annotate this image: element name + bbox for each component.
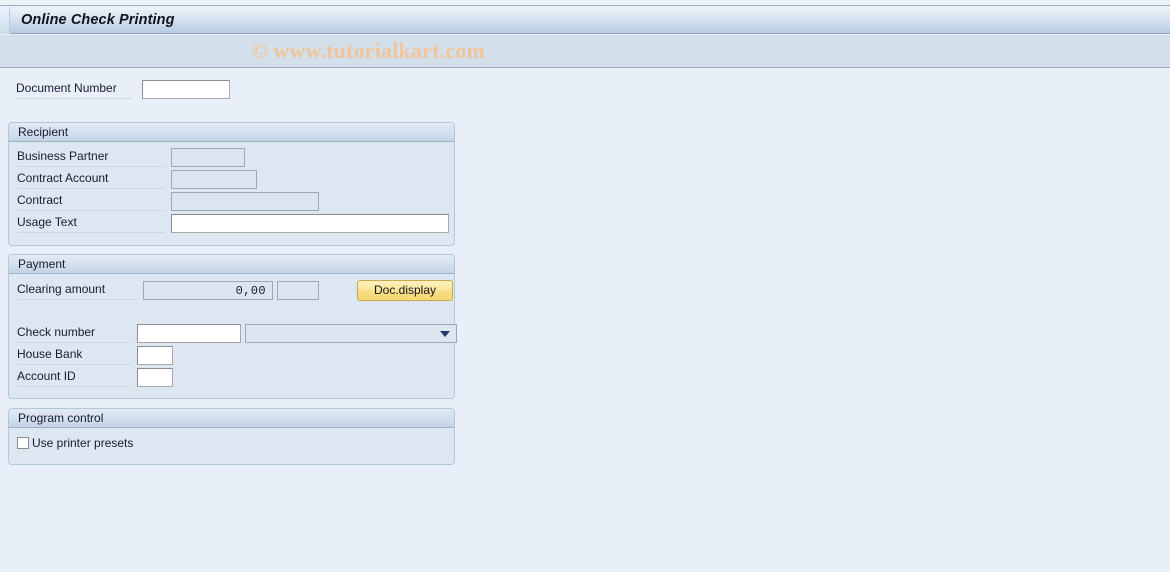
window-top-strip: [0, 0, 1170, 6]
check-number-row: Check number: [17, 324, 457, 343]
program-control-panel-body: Use printer presets: [9, 428, 454, 464]
doc-display-button[interactable]: Doc.display: [357, 280, 453, 301]
payment-panel: Payment Clearing amount Doc.display Chec…: [8, 254, 457, 399]
page-title: Online Check Printing: [21, 12, 175, 28]
payment-panel-header: Payment: [9, 255, 454, 274]
check-number-label: Check number: [17, 325, 131, 343]
recipient-panel-header: Recipient: [9, 123, 454, 142]
program-control-panel: Program control Use printer presets: [8, 408, 455, 465]
document-number-label: Document Number: [16, 81, 132, 99]
use-printer-presets-label: Use printer presets: [32, 436, 134, 450]
contract-account-row: Contract Account: [17, 170, 257, 189]
document-number-row: Document Number: [16, 80, 230, 99]
house-bank-input[interactable]: [137, 346, 173, 365]
usage-text-label: Usage Text: [17, 215, 165, 233]
check-number-input[interactable]: [137, 324, 241, 343]
app-window: Online Check Printing © www.tutorialkart…: [0, 0, 1170, 572]
window-titlebar: Online Check Printing: [0, 6, 1170, 34]
house-bank-row: House Bank: [17, 346, 173, 365]
payment-panel-title: Payment: [18, 257, 66, 271]
clearing-amount-row: Clearing amount Doc.display: [17, 280, 453, 301]
program-control-panel-header: Program control: [9, 409, 454, 428]
business-partner-label: Business Partner: [17, 149, 165, 167]
account-id-input[interactable]: [137, 368, 173, 387]
watermark-band: © www.tutorialkart.com: [0, 35, 1170, 68]
use-printer-presets-row[interactable]: Use printer presets: [17, 436, 133, 450]
contract-label: Contract: [17, 193, 165, 211]
chevron-down-icon: [440, 330, 450, 337]
business-partner-input[interactable]: [171, 148, 245, 167]
watermark-text: © www.tutorialkart.com: [251, 38, 486, 63]
clearing-currency-input[interactable]: [277, 281, 319, 300]
usage-text-input[interactable]: [171, 214, 449, 233]
business-partner-row: Business Partner: [17, 148, 245, 167]
use-printer-presets-checkbox[interactable]: [17, 437, 29, 449]
account-id-label: Account ID: [17, 369, 131, 387]
recipient-panel: Recipient Business Partner Contract Acco…: [8, 122, 455, 246]
usage-text-row: Usage Text: [17, 214, 449, 233]
payment-panel-body: Clearing amount Doc.display Check number: [9, 274, 457, 398]
contract-input[interactable]: [171, 192, 319, 211]
check-number-dropdown[interactable]: [245, 324, 457, 343]
house-bank-label: House Bank: [17, 347, 131, 365]
recipient-panel-title: Recipient: [18, 125, 69, 139]
contract-account-input[interactable]: [171, 170, 257, 189]
titlebar-left-edge: [0, 6, 10, 34]
document-number-input[interactable]: [142, 80, 230, 99]
form-content: Document Number Recipient Business Partn…: [0, 69, 1170, 572]
recipient-panel-body: Business Partner Contract Account Contra…: [9, 142, 454, 245]
contract-account-label: Contract Account: [17, 171, 165, 189]
clearing-amount-label: Clearing amount: [17, 282, 137, 300]
account-id-row: Account ID: [17, 368, 173, 387]
contract-row: Contract: [17, 192, 319, 211]
clearing-amount-input[interactable]: [143, 281, 273, 300]
program-control-panel-title: Program control: [18, 411, 104, 425]
